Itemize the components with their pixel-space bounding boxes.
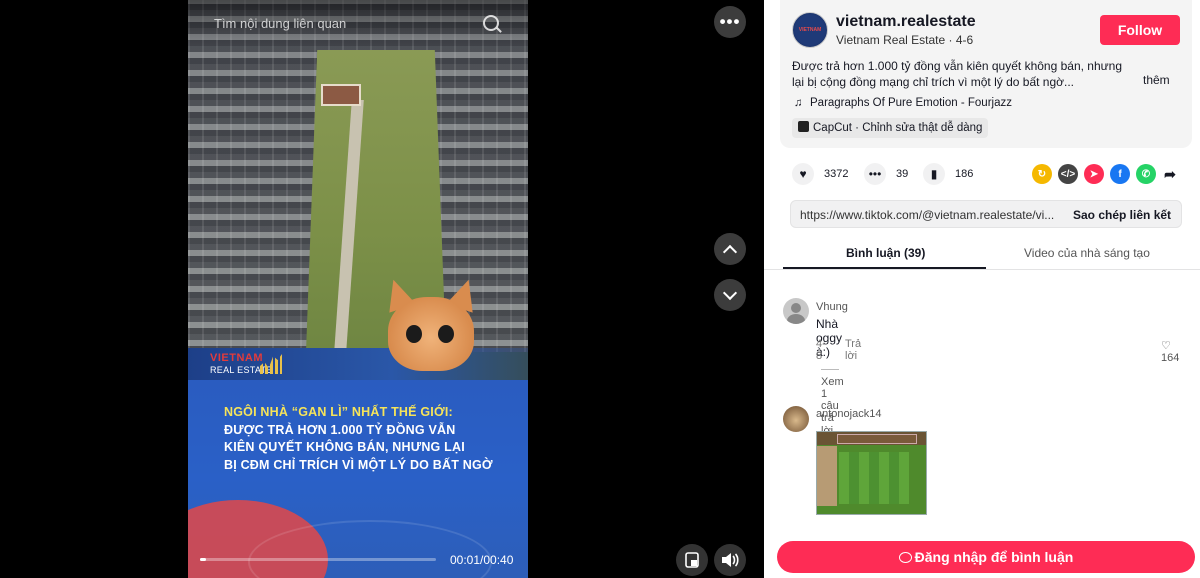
comment-like-count: 164 — [1161, 352, 1180, 364]
progress-fill — [200, 558, 206, 561]
capcut-badge[interactable]: CapCut · Chỉnh sửa thật dễ dàng — [792, 118, 989, 138]
music-note-icon: ♫ — [794, 97, 803, 109]
login-label: Đăng nhập để bình luận — [914, 549, 1074, 565]
mini-player-button[interactable] — [676, 544, 708, 576]
chat-bubble-icon — [898, 552, 912, 563]
brand-title: VIETNAM — [798, 27, 822, 33]
video-time: 00:01/00:40 — [450, 553, 514, 567]
copy-link-button[interactable]: Sao chép liên kết — [1073, 208, 1171, 222]
speaker-icon — [722, 553, 739, 567]
bookmark-icon: ▮ — [923, 163, 945, 185]
game-toolbar — [837, 434, 917, 444]
comment-like-button[interactable]: ♡ 164 — [1161, 339, 1179, 364]
comment-date: 4-8 — [816, 338, 826, 362]
chevron-down-icon — [722, 285, 738, 300]
volume-button[interactable] — [714, 544, 746, 576]
video-info-card: VIETNAM vietnam.realestate Vietnam Real … — [780, 0, 1192, 148]
commenter-name[interactable]: antonojack14 — [816, 408, 881, 420]
skyline-logo-icon — [260, 354, 282, 374]
music-title: Paragraphs Of Pure Emotion - Fourjazz — [810, 97, 1012, 109]
active-tab-indicator — [783, 267, 986, 269]
brand-title: VIETNAM — [210, 352, 263, 364]
cat-head — [388, 297, 474, 371]
tab-creator-videos[interactable]: Video của nhà sáng tạo — [1024, 246, 1150, 260]
follow-button[interactable]: Follow — [1100, 15, 1180, 45]
capcut-label: CapCut · Chỉnh sửa thật dễ dàng — [813, 122, 983, 134]
comment-sticker-image[interactable] — [816, 431, 927, 515]
caption-line: ĐƯỢC TRẢ HƠN 1.000 TỶ ĐỒNG VẪN — [224, 422, 456, 437]
divider — [821, 369, 839, 370]
game-house — [817, 446, 837, 506]
share-url-box[interactable]: https://www.tiktok.com/@vietnam.realesta… — [790, 200, 1182, 228]
video-progress-bar[interactable] — [200, 558, 436, 561]
login-to-comment-button[interactable]: Đăng nhập để bình luận — [777, 541, 1195, 573]
search-icon[interactable] — [483, 15, 499, 31]
whatsapp-icon[interactable]: ✆ — [1136, 164, 1156, 184]
previous-video-button[interactable] — [714, 233, 746, 265]
save-button[interactable]: ▮ 186 — [923, 163, 973, 185]
next-video-button[interactable] — [714, 279, 746, 311]
caption-line: BỊ CĐM CHỈ TRÍCH VÌ MỘT LÝ DO BẤT NGỜ — [224, 457, 493, 472]
video-player[interactable]: Tìm nội dung liên quan VIETNAM REAL ESTA… — [188, 0, 528, 578]
view-replies-button[interactable]: Xem 1 câu trả lời ⌄ — [821, 364, 847, 437]
cat-eye — [438, 325, 454, 343]
heart-outline-icon: ♡ — [1161, 340, 1171, 352]
commenter-name[interactable]: Vhung — [816, 301, 848, 313]
comment-button[interactable]: ••• 39 — [864, 163, 908, 185]
share-arrow-icon[interactable]: ➦ — [1160, 164, 1180, 184]
chevron-up-icon — [722, 244, 738, 259]
tiktok-video-page: Tìm nội dung liên quan VIETNAM REAL ESTA… — [0, 0, 1200, 578]
save-count: 186 — [955, 168, 974, 180]
comment-icon: ••• — [864, 163, 886, 185]
video-area: Tìm nội dung liên quan VIETNAM REAL ESTA… — [0, 0, 764, 578]
caption-line: KIÊN QUYẾT KHÔNG BÁN, NHƯNG LẠI — [224, 440, 465, 454]
send-icon[interactable]: ➤ — [1084, 164, 1104, 184]
embed-icon[interactable]: </> — [1058, 164, 1078, 184]
house-image — [321, 84, 361, 106]
commenter-avatar[interactable] — [783, 406, 809, 432]
author-display-name: Vietnam Real Estate · 4-6 — [836, 33, 974, 47]
comment-tabs: Bình luận (39) Video của nhà sáng tạo — [764, 240, 1200, 270]
share-url[interactable]: https://www.tiktok.com/@vietnam.realesta… — [800, 208, 1062, 222]
game-lawn — [839, 452, 909, 504]
tab-comments[interactable]: Bình luận (39) — [846, 246, 925, 260]
caption-line: NGÔI NHÀ “GAN LÌ” NHẤT THẾ GIỚI: — [224, 405, 453, 419]
mini-player-icon — [685, 552, 699, 568]
music-link[interactable]: ♫ Paragraphs Of Pure Emotion - Fourjazz — [794, 97, 1012, 109]
author-username[interactable]: vietnam.realestate — [836, 13, 976, 31]
video-search-bar[interactable]: Tìm nội dung liên quan — [188, 0, 528, 46]
author-avatar[interactable]: VIETNAM — [792, 12, 828, 48]
like-count: 3372 — [824, 168, 849, 180]
caption-panel: NGÔI NHÀ “GAN LÌ” NHẤT THẾ GIỚI: ĐƯỢC TR… — [188, 380, 528, 578]
heart-icon: ♥ — [792, 163, 814, 185]
more-description-link[interactable]: thêm — [1143, 73, 1170, 87]
cat-sticker — [378, 275, 482, 375]
comment-count: 39 — [896, 168, 909, 180]
facebook-icon[interactable]: f — [1110, 164, 1130, 184]
search-placeholder[interactable]: Tìm nội dung liên quan — [214, 16, 346, 31]
more-options-button[interactable]: ••• — [714, 6, 746, 38]
reply-button[interactable]: Trả lời — [845, 338, 861, 362]
stats-bar: ♥ 3372 ••• 39 ▮ 186 ↻ </> ➤ f ✆ ➦ — [792, 163, 1176, 185]
video-caption: NGÔI NHÀ “GAN LÌ” NHẤT THẾ GIỚI: ĐƯỢC TR… — [224, 404, 514, 474]
repost-icon[interactable]: ↻ — [1032, 164, 1052, 184]
like-button[interactable]: ♥ 3372 — [792, 163, 848, 185]
video-description: Được trả hơn 1.000 tỷ đồng vẫn kiên quyế… — [792, 59, 1123, 89]
capcut-icon — [798, 121, 809, 132]
cat-eye — [406, 325, 422, 343]
commenter-avatar[interactable] — [783, 298, 809, 324]
